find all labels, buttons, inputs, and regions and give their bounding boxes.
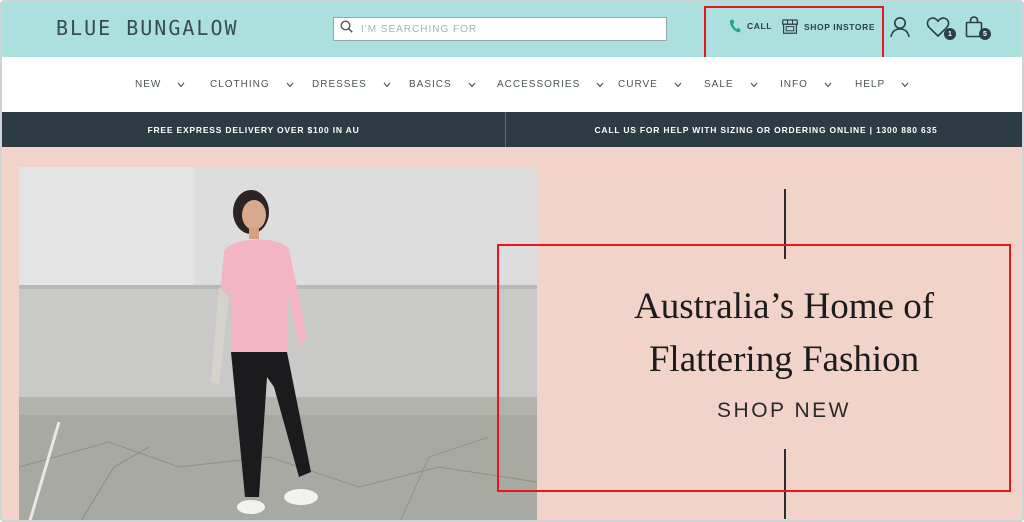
- nav-item-label: ACCESSORIES: [497, 79, 581, 90]
- chevron-down-icon: [177, 82, 185, 88]
- free-delivery-message[interactable]: FREE EXPRESS DELIVERY OVER $100 IN AU: [2, 112, 505, 147]
- hero-divider-top: [784, 189, 786, 259]
- hero-divider-bottom: [784, 449, 786, 519]
- wishlist-icon[interactable]: 1: [926, 16, 956, 43]
- nav-item-accessories[interactable]: ACCESSORIES: [497, 79, 604, 90]
- hero-banner: Australia’s Home of Flattering Fashion S…: [2, 147, 1022, 520]
- chevron-down-icon: [674, 82, 682, 88]
- phone-icon: [729, 19, 741, 33]
- nav-item-label: DRESSES: [312, 79, 367, 90]
- chevron-down-icon: [383, 82, 391, 88]
- hero-heading-line-1: Australia’s Home of: [633, 286, 935, 327]
- search-bar[interactable]: [333, 17, 667, 41]
- nav-item-label: HELP: [855, 79, 886, 90]
- nav-item-label: SALE: [704, 79, 734, 90]
- chevron-down-icon: [286, 82, 294, 88]
- shop-instore-link[interactable]: SHOP INSTORE: [782, 19, 875, 34]
- nav-item-help[interactable]: HELP: [855, 79, 909, 90]
- chevron-down-icon: [901, 82, 909, 88]
- site-header: BLUE BUNGALOW CALL SHOP INSTORE 1: [2, 2, 1022, 57]
- hero-heading: Australia’s Home of Flattering Fashion: [522, 280, 1022, 386]
- main-navigation: NEW CLOTHING DRESSES BASICS ACCESSORIES …: [2, 57, 1022, 112]
- nav-item-new[interactable]: NEW: [135, 79, 185, 90]
- call-link[interactable]: CALL: [729, 19, 772, 33]
- nav-item-info[interactable]: INFO: [780, 79, 832, 90]
- hero-heading-line-2: Flattering Fashion: [648, 339, 920, 380]
- site-logo[interactable]: BLUE BUNGALOW: [56, 16, 239, 40]
- nav-item-sale[interactable]: SALE: [704, 79, 758, 90]
- help-contact-message[interactable]: CALL US FOR HELP WITH SIZING OR ORDERING…: [506, 112, 1022, 147]
- chevron-down-icon: [824, 82, 832, 88]
- nav-item-curve[interactable]: CURVE: [618, 79, 682, 90]
- nav-item-label: INFO: [780, 79, 808, 90]
- search-icon[interactable]: [340, 20, 353, 38]
- shop-new-button[interactable]: SHOP NEW: [642, 399, 926, 423]
- nav-item-label: CLOTHING: [210, 79, 270, 90]
- call-label: CALL: [747, 21, 773, 31]
- cart-bag-icon[interactable]: 5: [965, 16, 991, 43]
- chevron-down-icon: [468, 82, 476, 88]
- search-input[interactable]: [361, 23, 651, 35]
- nav-item-dresses[interactable]: DRESSES: [312, 79, 391, 90]
- cart-count-badge: 5: [979, 28, 991, 40]
- account-icon[interactable]: [889, 16, 911, 43]
- store-icon: [782, 19, 798, 34]
- nav-item-label: BASICS: [409, 79, 452, 90]
- hero-photo[interactable]: [19, 167, 537, 520]
- announcement-bar: FREE EXPRESS DELIVERY OVER $100 IN AU CA…: [2, 112, 1022, 147]
- shop-instore-label: SHOP INSTORE: [804, 21, 876, 32]
- nav-item-label: NEW: [135, 79, 162, 90]
- chevron-down-icon: [596, 82, 604, 88]
- nav-item-clothing[interactable]: CLOTHING: [210, 79, 294, 90]
- nav-item-label: CURVE: [618, 79, 658, 90]
- wishlist-count-badge: 1: [944, 28, 956, 40]
- nav-item-basics[interactable]: BASICS: [409, 79, 476, 90]
- chevron-down-icon: [750, 82, 758, 88]
- browser-frame: BLUE BUNGALOW CALL SHOP INSTORE 1: [0, 0, 1024, 522]
